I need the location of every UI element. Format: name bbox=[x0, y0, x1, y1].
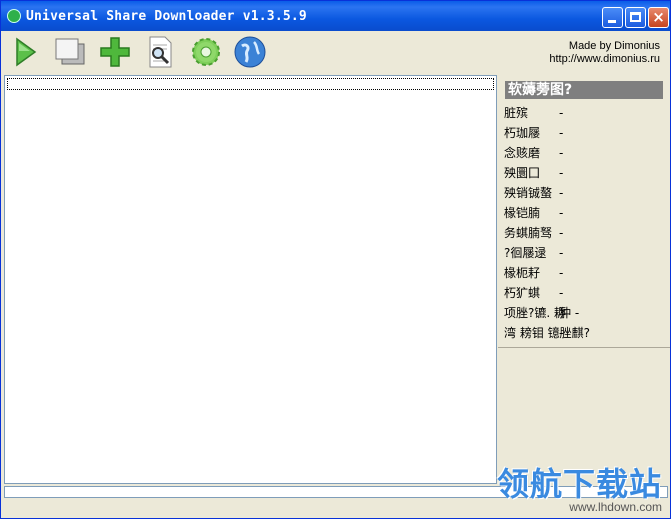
info-item: 椽铠腩 - bbox=[504, 203, 599, 223]
info-label: 朽犷蜞 bbox=[504, 286, 541, 300]
info-label: 殃圜囗 bbox=[504, 166, 541, 180]
download-list[interactable] bbox=[4, 75, 497, 484]
info-value: - bbox=[559, 326, 564, 340]
info-label: 椽铠腩 bbox=[504, 206, 541, 220]
info-value: - bbox=[559, 106, 564, 120]
info-item: 殃销铖螯 - bbox=[504, 183, 599, 203]
web-button[interactable] bbox=[233, 35, 267, 69]
info-label: 脏殡 bbox=[504, 106, 529, 120]
info-value: 狆 - bbox=[559, 306, 580, 320]
credits-url[interactable]: http://www.dimonius.ru bbox=[549, 53, 660, 66]
toolbar: Made by Dimonius http://www.dimonius.ru bbox=[1, 31, 670, 74]
info-label: 湾 耪钼 镱脞麒? bbox=[504, 326, 590, 340]
watermark-logo: 领航下载站 bbox=[496, 465, 662, 503]
info-value: - bbox=[559, 126, 564, 140]
info-item: 湾 耪钼 镱脞麒?- bbox=[504, 323, 599, 343]
info-item: 朽犷蜞 - bbox=[504, 283, 599, 303]
site-watermark: 领航下载站 www.lhdown.com bbox=[497, 467, 662, 514]
globe-icon bbox=[234, 36, 266, 68]
info-item: 椽枙耔 - bbox=[504, 263, 599, 283]
info-label: 殃销铖螯 bbox=[504, 186, 553, 200]
info-value: - bbox=[559, 226, 564, 240]
title-bar[interactable]: Universal Share Downloader v1.3.5.9 × bbox=[1, 1, 670, 31]
credits: Made by Dimonius http://www.dimonius.ru bbox=[549, 40, 660, 66]
maximize-icon bbox=[630, 12, 641, 22]
start-download-button[interactable] bbox=[9, 35, 43, 69]
copy-windows-button[interactable] bbox=[53, 35, 87, 69]
settings-button[interactable] bbox=[189, 35, 223, 69]
info-value: - bbox=[559, 286, 564, 300]
info-item: 务蜞腩驽 - bbox=[504, 223, 599, 243]
credits-author: Made by Dimonius bbox=[568, 40, 660, 52]
minimize-button[interactable] bbox=[602, 7, 623, 28]
info-item: ?徊屦逯 - bbox=[504, 243, 599, 263]
info-value: - bbox=[559, 246, 564, 260]
focused-row[interactable] bbox=[7, 78, 494, 90]
search-document-icon bbox=[149, 36, 172, 68]
maximize-button[interactable] bbox=[625, 7, 646, 28]
info-label: 朽珈屦 bbox=[504, 126, 541, 140]
search-document-button[interactable] bbox=[143, 35, 177, 69]
info-label: 椽枙耔 bbox=[504, 266, 541, 280]
window-title: Universal Share Downloader v1.3.5.9 bbox=[26, 9, 307, 24]
play-icon bbox=[16, 37, 37, 67]
info-value: - bbox=[559, 146, 564, 160]
info-item: 脏殡 - bbox=[504, 103, 599, 123]
gear-icon bbox=[192, 38, 220, 66]
info-label: 念赅磨 bbox=[504, 146, 541, 160]
minimize-icon bbox=[608, 20, 616, 23]
info-value: - bbox=[559, 186, 564, 200]
copy-windows-icon bbox=[55, 38, 85, 65]
info-item: 朽珈屦 - bbox=[504, 123, 599, 143]
info-label: ?徊屦逯 bbox=[504, 246, 547, 260]
app-window: Universal Share Downloader v1.3.5.9 × Ma… bbox=[0, 0, 671, 519]
info-panel: 软薅蒡图? 脏殡 - 朽珈屦 - 念赅磨 - 殃圜囗 - 殃销铖螯 - 椽铠腩 - 务蜞腩驽… bbox=[498, 75, 670, 484]
close-button[interactable]: × bbox=[648, 7, 669, 28]
info-label: 项脞?镳. 耨 bbox=[504, 306, 566, 320]
add-button[interactable] bbox=[98, 35, 132, 69]
info-panel-header: 软薅蒡图? bbox=[505, 81, 663, 99]
info-label: 务蜞腩驽 bbox=[504, 226, 553, 240]
app-icon[interactable] bbox=[7, 9, 21, 23]
info-item: 念赅磨 - bbox=[504, 143, 599, 163]
add-plus-icon bbox=[100, 37, 130, 67]
info-value: - bbox=[559, 266, 564, 280]
info-value: - bbox=[559, 166, 564, 180]
info-list: 脏殡 - 朽珈屦 - 念赅磨 - 殃圜囗 - 殃销铖螯 - 椽铠腩 - 务蜞腩驽 - ?徊屦逯… bbox=[504, 103, 599, 343]
info-item: 项脞?镳. 耨狆 - bbox=[504, 303, 599, 323]
close-icon: × bbox=[652, 8, 665, 26]
info-divider bbox=[498, 347, 670, 348]
info-value: - bbox=[559, 206, 564, 220]
info-item: 殃圜囗 - bbox=[504, 163, 599, 183]
